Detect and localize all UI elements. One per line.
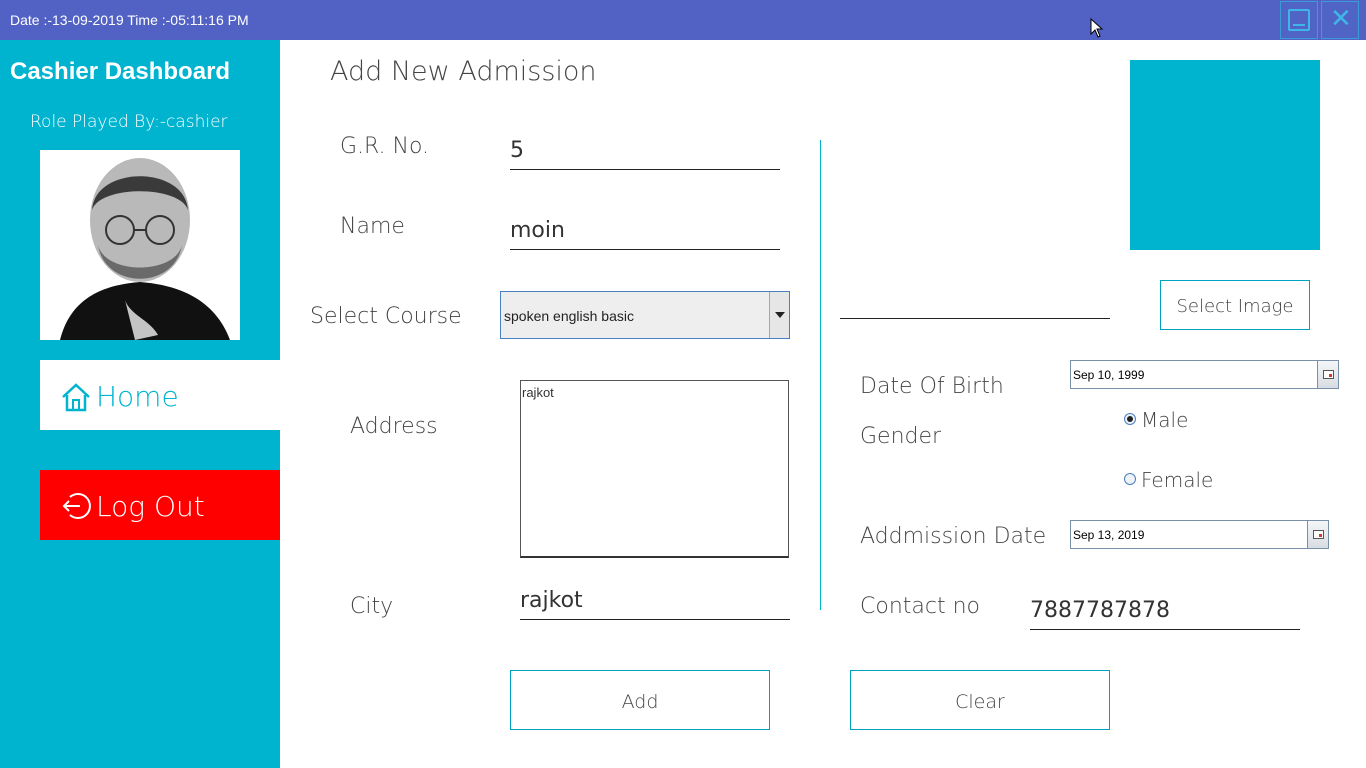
- city-input[interactable]: [520, 586, 790, 620]
- image-path-field[interactable]: [840, 318, 1110, 319]
- chevron-down-icon[interactable]: [769, 292, 789, 338]
- page-title: Add New Admission: [330, 56, 597, 87]
- admission-date-label: Addmission Date: [860, 524, 1047, 549]
- contact-label: Contact no: [860, 594, 980, 619]
- column-divider: [820, 140, 821, 610]
- avatar-photo-icon: [40, 150, 240, 340]
- dob-calendar-button[interactable]: [1317, 360, 1339, 389]
- dashboard-title: Cashier Dashboard: [10, 58, 231, 85]
- dob-value: Sep 10, 1999: [1073, 368, 1145, 382]
- gender-label: Gender: [860, 424, 942, 449]
- home-label: Home: [96, 380, 179, 413]
- dob-label: Date Of Birth: [860, 374, 1004, 399]
- gr-no-label: G.R. No.: [340, 134, 430, 159]
- course-select[interactable]: spoken english basic: [500, 291, 790, 339]
- name-label: Name: [340, 214, 405, 239]
- gender-female-radio[interactable]: [1124, 473, 1136, 485]
- address-textarea[interactable]: rajkot: [520, 380, 789, 558]
- address-label: Address: [350, 414, 438, 439]
- gender-female-label[interactable]: Female: [1141, 468, 1213, 492]
- calendar-icon: [1323, 370, 1334, 379]
- admission-date-value: Sep 13, 2019: [1073, 528, 1145, 542]
- contact-input[interactable]: [1030, 596, 1300, 630]
- close-button[interactable]: ✕: [1321, 1, 1359, 39]
- logout-button[interactable]: Log Out: [40, 470, 280, 540]
- course-label: Select Course: [310, 304, 462, 329]
- gender-male-radio[interactable]: [1124, 413, 1136, 425]
- role-label: Role Played By:-cashier: [30, 112, 228, 132]
- home-nav-button[interactable]: Home: [40, 360, 280, 430]
- minimize-icon: [1288, 9, 1310, 31]
- title-bar: Date :-13-09-2019 Time :-05:11:16 PM ✕: [0, 0, 1366, 40]
- course-selected-value: spoken english basic: [504, 308, 634, 324]
- admission-date-picker[interactable]: Sep 13, 2019: [1070, 520, 1308, 549]
- clear-button[interactable]: Clear: [850, 670, 1110, 730]
- user-avatar: [40, 150, 240, 340]
- date-time-display: Date :-13-09-2019 Time :-05:11:16 PM: [10, 12, 249, 28]
- dob-date-picker[interactable]: Sep 10, 1999: [1070, 360, 1318, 389]
- gender-male-label[interactable]: Male: [1141, 408, 1188, 432]
- admission-calendar-button[interactable]: [1307, 520, 1329, 549]
- add-button[interactable]: Add: [510, 670, 770, 730]
- close-icon: ✕: [1330, 4, 1352, 34]
- sidebar: Cashier Dashboard Role Played By:-cashie…: [0, 40, 280, 768]
- select-image-button[interactable]: Select Image: [1160, 280, 1310, 330]
- calendar-icon: [1313, 530, 1324, 539]
- city-label: City: [350, 594, 394, 619]
- name-input[interactable]: [510, 216, 780, 250]
- house-icon: [62, 383, 90, 412]
- gr-no-input[interactable]: [510, 136, 780, 170]
- photo-preview: [1130, 60, 1320, 250]
- logout-icon: [62, 493, 91, 519]
- logout-label: Log Out: [96, 490, 205, 523]
- mouse-cursor-icon: [1090, 18, 1104, 38]
- minimize-button[interactable]: [1280, 1, 1318, 39]
